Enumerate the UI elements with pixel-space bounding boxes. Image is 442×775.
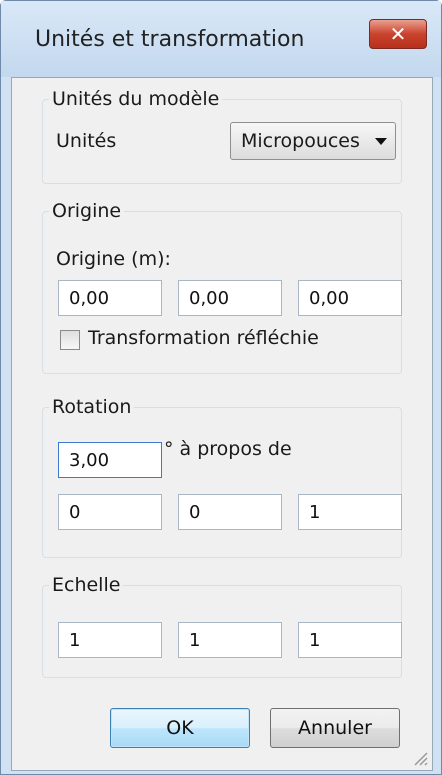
units-transform-dialog: Unités et transformation ✕ Unités du mod… [0,0,442,775]
close-icon: ✕ [389,22,407,46]
origin-label: Origine (m): [56,248,171,270]
origin-x-field[interactable] [58,280,162,316]
origin-y-field[interactable] [178,280,282,316]
rotation-axis-y-field[interactable] [178,494,282,530]
units-group-legend: Unités du modèle [52,88,220,110]
scale-y-field[interactable] [178,622,282,658]
reflected-transform-checkbox[interactable] [60,330,80,350]
scale-z-field[interactable] [298,622,402,658]
rotation-angle-field[interactable] [58,442,162,478]
dialog-body: Unités du modèle Unités Micropouces Orig… [11,77,433,771]
origin-group-legend: Origine [52,200,122,222]
units-dropdown[interactable]: Micropouces [230,122,396,160]
cancel-button[interactable]: Annuler [270,708,400,748]
rotation-axis-x-field[interactable] [58,494,162,530]
units-dropdown-value: Micropouces [241,130,360,152]
scale-group-legend: Echelle [52,574,121,596]
scale-x-field[interactable] [58,622,162,658]
rotation-group-legend: Rotation [52,396,132,418]
origin-z-field[interactable] [298,280,402,316]
resize-grip-icon[interactable] [410,748,428,766]
rotation-axis-z-field[interactable] [298,494,402,530]
ok-button[interactable]: OK [110,708,250,748]
reflected-transform-label[interactable]: Transformation réfléchie [88,327,319,349]
rotation-about-label: ° à propos de [164,438,292,460]
chevron-down-icon [367,137,395,145]
dialog-title: Unités et transformation [35,27,305,52]
units-label: Unités [56,130,117,152]
close-button[interactable]: ✕ [369,19,427,49]
title-bar[interactable]: Unités et transformation ✕ [1,1,441,77]
